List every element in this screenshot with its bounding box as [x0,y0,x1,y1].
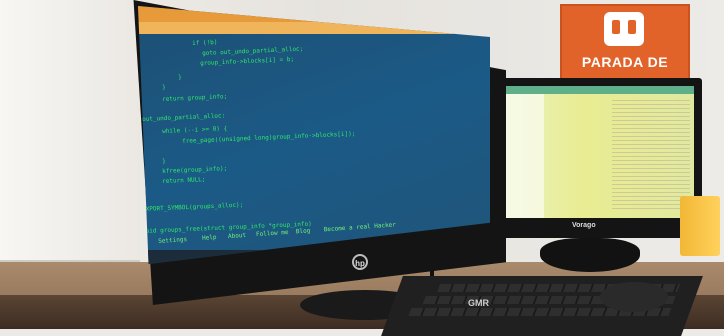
editor-menu-item: Become a real Hacker [323,221,397,234]
sign-text: PARADA DE [581,54,669,70]
left-monitor-screen: if (!b) goto out_undo_partial_alloc; group… [138,6,490,264]
code-line: group_info->blocks[i] = b; [200,55,295,67]
yellow-cup [680,196,720,256]
bus-icon [604,12,644,46]
code-line: EXPORT_SYMBOL(groups_alloc); [142,201,244,213]
right-monitor-screen [492,86,694,218]
editor-menu-item: About [227,231,247,241]
code-line: } [162,83,166,91]
parada-sign: PARADA DE [560,4,690,84]
code-line: if (!b) [192,38,218,47]
mouse [600,282,668,312]
right-monitor-stand [540,238,640,272]
code-line: return NULL; [162,176,206,185]
code-line: } [162,157,166,165]
hp-logo: hp [352,254,368,270]
editor-menu-item: Follow me [255,228,289,239]
editor-menu-item: Settings [158,235,188,245]
code-line: return group_info; [162,93,228,103]
code-line: kfree(group_info); [162,165,228,175]
code-line: while (--i >= 0) { [162,125,228,135]
vorago-logo: Vorago [572,222,596,229]
editor-menu-item: Blog [295,227,311,236]
right-screen-toolbar [492,86,694,94]
editor-menu-item: Help [201,233,217,242]
code-line: out_undo_partial_alloc: [142,112,226,123]
right-screen-document [612,100,690,210]
code-line: } [178,73,182,81]
gmr-logo: GMR [468,298,489,308]
